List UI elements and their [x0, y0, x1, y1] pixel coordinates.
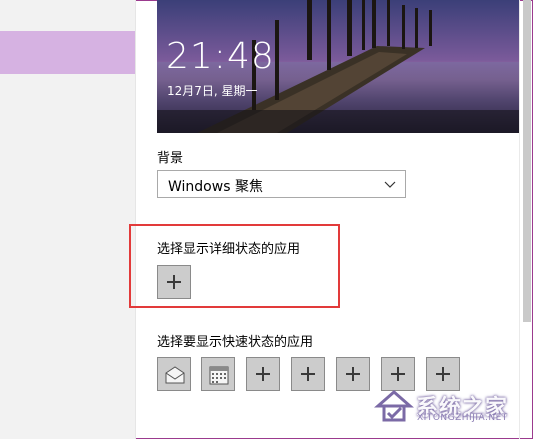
calendar-icon [209, 366, 229, 385]
scrollbar-thumb[interactable] [523, 0, 531, 322]
plus-icon-vertical [307, 367, 309, 381]
add-quick-status-app-button[interactable] [336, 357, 370, 391]
house-logo-icon [374, 390, 414, 422]
add-quick-status-app-button[interactable] [246, 357, 280, 391]
nav-item-lock-screen[interactable] [0, 31, 135, 74]
add-quick-status-app-button[interactable] [291, 357, 325, 391]
scrollbar-track-line [519, 0, 520, 439]
lock-screen-preview: 21:48 12月7日, 星期一 [157, 0, 519, 133]
lock-screen-date: 12月7日, 星期一 [167, 84, 258, 98]
plus-icon-vertical [397, 367, 399, 381]
lock-screen-time: 21:48 [166, 36, 275, 77]
quick-status-mail-button[interactable] [157, 357, 191, 391]
watermark-logo: 系统之家 XITONGZHIJIA.NET [372, 386, 522, 426]
detailed-status-label: 选择显示详细状态的应用 [157, 242, 301, 257]
background-dropdown-value: Windows 聚焦 [168, 179, 263, 195]
background-label: 背景 [157, 151, 184, 166]
mail-icon [165, 366, 185, 384]
watermark-subtext: XITONGZHIJIA.NET [417, 413, 508, 423]
plus-icon-vertical [262, 367, 264, 381]
background-dropdown[interactable]: Windows 聚焦 [157, 170, 406, 198]
pane-divider [135, 0, 136, 439]
plus-icon-vertical [352, 367, 354, 381]
plus-icon-vertical [442, 367, 444, 381]
quick-status-calendar-button[interactable] [201, 357, 235, 391]
add-detailed-status-app-button[interactable] [157, 265, 191, 299]
chevron-down-icon [384, 181, 396, 188]
quick-status-label: 选择要显示快速状态的应用 [157, 335, 314, 350]
plus-icon-vertical [173, 275, 175, 289]
